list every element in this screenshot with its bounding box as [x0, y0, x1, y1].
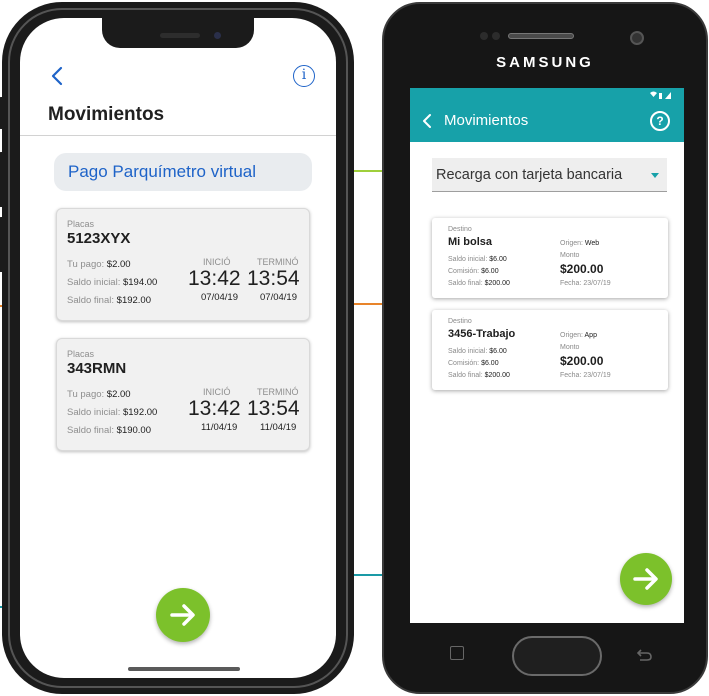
iphone-device: i Movimientos Pago Parquímetro virtual P…	[0, 2, 354, 694]
end-date: 07/04/19	[260, 292, 297, 303]
end-date: 11/04/19	[260, 422, 297, 433]
recent-apps-icon[interactable]	[450, 646, 464, 660]
initial-balance-row: Saldo inicial: $6.00	[448, 256, 507, 263]
origin-row: Origen: Web	[560, 240, 600, 247]
initial-balance-row: Saldo inicial: $194.00	[67, 277, 158, 288]
end-time: 13:54	[247, 397, 300, 420]
page-title: Movimientos	[48, 104, 165, 125]
iphone-side-button-2	[0, 152, 6, 207]
next-fab-button[interactable]	[156, 588, 210, 642]
commission-row: Comisión: $6.00	[448, 360, 499, 367]
end-label: TERMINÓ	[257, 257, 299, 267]
end-time: 13:54	[247, 267, 300, 290]
final-balance-row: Saldo final: $190.00	[67, 425, 151, 436]
transaction-type-dropdown[interactable]: Recarga con tarjeta bancaria	[432, 158, 667, 192]
recharge-card[interactable]: Destino Mi bolsa Saldo inicial: $6.00 Co…	[432, 218, 668, 298]
samsung-device: SAMSUNG Movimientos ? Recarga con tarjet…	[382, 2, 708, 694]
next-fab-button[interactable]	[620, 553, 672, 605]
date-row: Fecha: 23/07/19	[560, 280, 611, 287]
movement-card[interactable]: Placas 343RMN Tu pago: $2.00 Saldo inici…	[56, 338, 310, 451]
chevron-left-icon[interactable]	[48, 64, 68, 88]
plates-label: Placas	[67, 219, 95, 229]
dropdown-value: Recarga con tarjeta bancaria	[436, 167, 623, 183]
amount-value: $200.00	[560, 354, 604, 368]
initial-balance-row: Saldo inicial: $192.00	[67, 407, 158, 418]
status-bar	[410, 88, 684, 100]
payment-row: Tu pago: $2.00	[67, 389, 131, 400]
destination-label: Destino	[448, 318, 472, 325]
start-date: 11/04/19	[201, 422, 238, 433]
plate-number: 343RMN	[67, 360, 127, 377]
start-label: INICIÓ	[203, 257, 231, 267]
home-indicator[interactable]	[128, 667, 240, 671]
date-row: Fecha: 23/07/19	[560, 372, 611, 379]
arrow-right-icon	[633, 568, 658, 590]
plate-number: 5123XYX	[67, 230, 131, 247]
destination-label: Destino	[448, 226, 472, 233]
start-time: 13:42	[188, 397, 241, 420]
final-balance-row: Saldo final: $200.00	[448, 372, 510, 379]
earpiece-speaker	[508, 33, 574, 39]
final-balance-row: Saldo final: $192.00	[67, 295, 151, 306]
iphone-side-button-1	[0, 97, 6, 129]
iphone-screen: i Movimientos Pago Parquímetro virtual P…	[20, 18, 336, 678]
amount-value: $200.00	[560, 262, 604, 276]
back-key-icon[interactable]	[634, 645, 654, 663]
iphone-side-button-3	[0, 217, 6, 272]
chevron-left-icon[interactable]	[420, 112, 434, 130]
origin-row: Origen: App	[560, 332, 597, 339]
arrow-right-icon	[170, 604, 195, 626]
sensor-dot	[492, 32, 500, 40]
help-icon[interactable]: ?	[650, 111, 670, 131]
end-label: TERMINÓ	[257, 387, 299, 397]
samsung-screen: Movimientos ? Recarga con tarjeta bancar…	[410, 88, 684, 623]
plates-label: Placas	[67, 349, 95, 359]
dropdown-arrow-icon	[651, 173, 659, 178]
filter-chip[interactable]: Pago Parquímetro virtual	[54, 153, 312, 191]
notch-camera	[214, 32, 221, 39]
notch-speaker	[160, 33, 200, 38]
payment-row: Tu pago: $2.00	[67, 259, 131, 270]
recharge-card[interactable]: Destino 3456-Trabajo Saldo inicial: $6.0…	[432, 310, 668, 390]
header-divider	[20, 135, 336, 136]
amount-label: Monto	[560, 344, 580, 351]
brand-logo: SAMSUNG	[496, 54, 594, 71]
app-bar: Movimientos ?	[410, 100, 684, 142]
movement-card[interactable]: Placas 5123XYX Tu pago: $2.00 Saldo inic…	[56, 208, 310, 321]
final-balance-row: Saldo final: $200.00	[448, 280, 510, 287]
commission-row: Comisión: $6.00	[448, 268, 499, 275]
start-date: 07/04/19	[201, 292, 238, 303]
amount-label: Monto	[560, 252, 580, 259]
destination-name: Mi bolsa	[448, 236, 493, 248]
app-bar-title: Movimientos	[444, 112, 529, 129]
start-label: INICIÓ	[203, 387, 231, 397]
destination-name: 3456-Trabajo	[448, 328, 516, 340]
start-time: 13:42	[188, 267, 241, 290]
front-camera	[630, 31, 644, 45]
sensor-dot	[480, 32, 488, 40]
info-icon[interactable]: i	[293, 65, 315, 87]
home-button[interactable]	[512, 636, 602, 676]
initial-balance-row: Saldo inicial: $6.00	[448, 348, 507, 355]
iphone-notch	[102, 18, 254, 48]
